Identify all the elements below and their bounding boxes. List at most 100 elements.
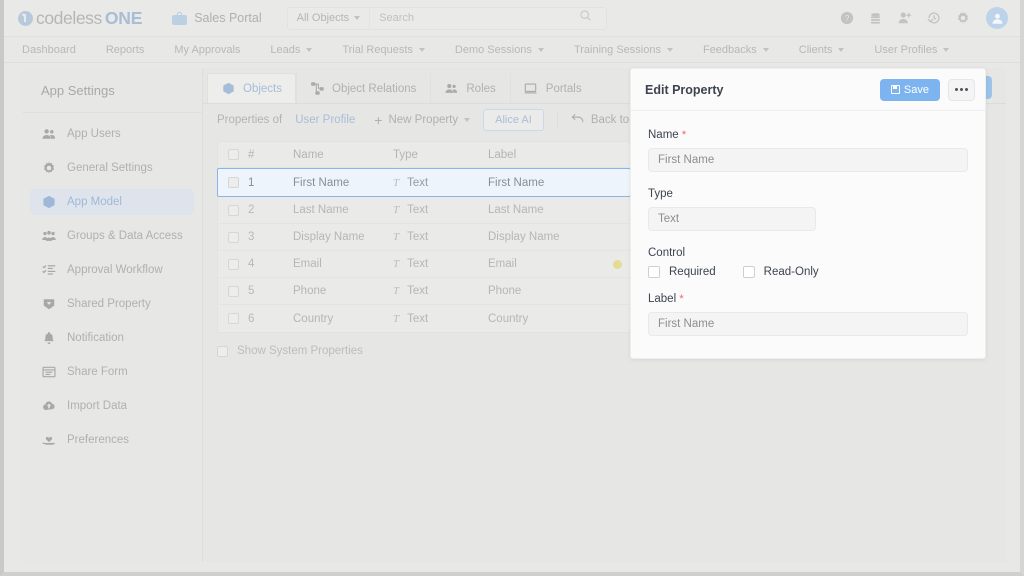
label-input[interactable]: First Name <box>648 312 968 336</box>
new-property-label: New Property <box>388 114 458 126</box>
row-checkbox[interactable] <box>218 259 248 270</box>
nav-item-reports[interactable]: Reports <box>106 44 145 56</box>
tab-label: Portals <box>546 83 582 95</box>
nav-label: User Profiles <box>874 44 937 56</box>
select-all-checkbox[interactable] <box>218 149 248 160</box>
row-checkbox[interactable] <box>218 232 248 243</box>
primary-nav: Dashboard Reports My Approvals Leads Tri… <box>4 37 1020 63</box>
history-icon[interactable] <box>926 11 941 26</box>
name-input[interactable]: First Name <box>648 148 968 172</box>
nav-item-leads[interactable]: Leads <box>270 44 312 56</box>
avatar[interactable] <box>986 7 1008 29</box>
app-logo[interactable]: codeless ONE <box>18 8 142 29</box>
label-field-label: Label * <box>648 293 968 305</box>
readonly-label: Read-Only <box>764 266 819 278</box>
search-input[interactable]: Search <box>370 12 578 24</box>
row-type: T Text <box>393 204 488 216</box>
row-type: T Text <box>393 231 488 243</box>
checkbox[interactable] <box>743 266 755 278</box>
add-user-icon[interactable] <box>897 11 912 26</box>
row-type: T Text <box>393 177 488 189</box>
nav-item-dashboard[interactable]: Dashboard <box>22 44 76 56</box>
save-label: Save <box>904 84 929 96</box>
table-row[interactable]: 1 First Name T Text First Name <box>217 168 631 197</box>
type-field-label: Type <box>648 188 968 200</box>
edit-property-form: Name * First Name Type Text Control Requ… <box>631 111 985 358</box>
tab-portals[interactable]: Portals <box>510 73 596 103</box>
nav-item-training-sessions[interactable]: Training Sessions <box>574 44 673 56</box>
nav-item-feedbacks[interactable]: Feedbacks <box>703 44 769 56</box>
row-checkbox[interactable] <box>218 205 248 216</box>
row-type: T Text <box>393 258 488 270</box>
row-number: 1 <box>248 177 293 189</box>
table-row[interactable]: 2 Last Name T Text Last Name <box>218 197 630 224</box>
sidebar-item-approval-workflow[interactable]: Approval Workflow <box>30 257 194 283</box>
column-header-name: Name <box>293 149 393 161</box>
sidebar-item-notification[interactable]: Notification <box>30 325 194 351</box>
database-icon[interactable] <box>868 11 883 26</box>
row-checkbox[interactable] <box>218 177 248 188</box>
search-scope-label: All Objects <box>297 12 350 24</box>
readonly-checkbox-item[interactable]: Read-Only <box>743 266 819 278</box>
search-scope-selector[interactable]: All Objects <box>288 12 370 24</box>
table-row[interactable]: 4 Email T Text Email <box>218 251 630 278</box>
gear-icon[interactable] <box>955 11 970 26</box>
global-search[interactable]: All Objects Search <box>287 7 607 30</box>
nav-label: Trial Requests <box>342 44 413 56</box>
body-area: App Settings App Users General Settings <box>22 68 1006 562</box>
sidebar-item-app-users[interactable]: App Users <box>30 121 194 147</box>
required-checkbox-item[interactable]: Required <box>648 266 716 278</box>
help-icon[interactable]: ? <box>839 11 854 26</box>
row-checkbox[interactable] <box>218 313 248 324</box>
required-marker: * <box>682 129 686 141</box>
row-checkbox[interactable] <box>218 286 248 297</box>
sidebar-item-app-model[interactable]: App Model <box>30 189 194 215</box>
properties-table: # Name Type Label 1 First Name T Text Fi… <box>217 141 631 333</box>
sidebar-item-share-form[interactable]: Share Form <box>30 359 194 385</box>
text-type-icon: T <box>393 231 399 243</box>
tab-object-relations[interactable]: Object Relations <box>296 73 430 103</box>
sidebar-item-label: Approval Workflow <box>67 264 163 276</box>
checkbox[interactable] <box>648 266 660 278</box>
row-type: T Text <box>393 285 488 297</box>
table-row[interactable]: 5 Phone T Text Phone <box>218 278 630 305</box>
nav-label: Training Sessions <box>574 44 661 56</box>
portal-selector[interactable]: Sales Portal <box>172 11 261 25</box>
checkbox[interactable] <box>217 346 228 357</box>
save-button[interactable]: Save <box>880 79 940 101</box>
sidebar-item-general-settings[interactable]: General Settings <box>30 155 194 181</box>
tab-objects[interactable]: Objects <box>207 73 296 103</box>
sidebar-item-groups-data-access[interactable]: Groups & Data Access <box>30 223 194 249</box>
nav-item-trial-requests[interactable]: Trial Requests <box>342 44 425 56</box>
control-checkbox-group: Required Read-Only <box>648 266 968 278</box>
tab-roles[interactable]: Roles <box>430 73 509 103</box>
alice-ai-button[interactable]: Alice AI <box>483 109 544 131</box>
text-type-icon: T <box>393 285 399 297</box>
sidebar-item-import-data[interactable]: Import Data <box>30 393 194 419</box>
search-icon[interactable] <box>579 9 599 27</box>
row-label: Phone <box>488 285 604 297</box>
table-row[interactable]: 6 Country T Text Country <box>218 305 630 332</box>
tab-label: Roles <box>466 83 495 95</box>
back-arrow-icon <box>571 113 584 127</box>
more-options-button[interactable] <box>948 79 975 101</box>
sidebar-item-shared-property[interactable]: Shared Property <box>30 291 194 317</box>
sidebar-item-label: Share Form <box>67 366 128 378</box>
nav-item-user-profiles[interactable]: User Profiles <box>874 44 949 56</box>
type-input[interactable]: Text <box>648 207 816 231</box>
tag-icon <box>41 297 56 312</box>
nav-item-clients[interactable]: Clients <box>799 44 845 56</box>
save-icon <box>891 85 900 94</box>
edit-property-panel: Edit Property Save <box>630 68 986 359</box>
nav-label: Dashboard <box>22 44 76 56</box>
nav-item-demo-sessions[interactable]: Demo Sessions <box>455 44 544 56</box>
table-row[interactable]: 3 Display Name T Text Display Name <box>218 224 630 251</box>
row-flag <box>604 260 630 269</box>
new-property-button[interactable]: + New Property <box>374 113 470 127</box>
nav-item-my-approvals[interactable]: My Approvals <box>174 44 240 56</box>
sidebar-item-preferences[interactable]: Preferences <box>30 427 194 453</box>
ellipsis-icon <box>965 88 968 91</box>
panel-actions: Save <box>880 79 975 101</box>
ellipsis-icon <box>955 88 958 91</box>
current-object-link[interactable]: User Profile <box>295 114 355 126</box>
